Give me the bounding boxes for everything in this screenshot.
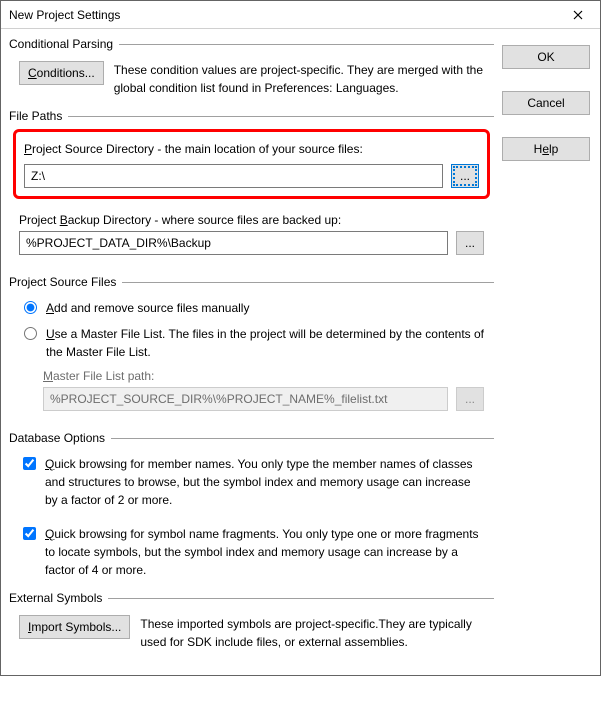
radio-manual-label: Add and remove source files manually	[46, 299, 484, 317]
check-member-names-label: Quick browsing for member names. You onl…	[45, 455, 484, 509]
backup-dir-input[interactable]	[19, 231, 448, 255]
source-files-title: Project Source Files	[9, 275, 116, 289]
external-symbols-desc: These imported symbols are project-speci…	[140, 615, 494, 651]
separator	[108, 598, 494, 599]
check-member-names[interactable]	[23, 457, 36, 470]
window-title: New Project Settings	[9, 8, 556, 22]
source-dir-input[interactable]	[24, 164, 443, 188]
separator	[122, 282, 494, 283]
master-file-list-input	[43, 387, 448, 411]
database-options-title: Database Options	[9, 431, 105, 445]
help-button[interactable]: Help	[502, 137, 590, 161]
check-symbol-fragments[interactable]	[23, 527, 36, 540]
separator	[111, 438, 494, 439]
separator	[68, 116, 494, 117]
source-dir-label: Project Source Directory - the main loca…	[24, 142, 363, 156]
highlight-box: Project Source Directory - the main loca…	[13, 129, 490, 199]
backup-dir-label: Project Backup Directory - where source …	[19, 213, 341, 227]
conditional-parsing-title: Conditional Parsing	[9, 37, 113, 51]
close-button[interactable]	[556, 1, 600, 29]
browse-source-button[interactable]: ...	[451, 164, 479, 188]
ok-button[interactable]: OK	[502, 45, 590, 69]
master-file-list-label: Master File List path:	[43, 369, 154, 383]
file-paths-title: File Paths	[9, 109, 62, 123]
browse-master-file-button: ...	[456, 387, 484, 411]
conditional-desc: These condition values are project-speci…	[114, 61, 494, 97]
external-symbols-title: External Symbols	[9, 591, 102, 605]
close-icon	[573, 10, 583, 20]
radio-manual[interactable]	[24, 301, 37, 314]
radio-master-list[interactable]	[24, 327, 37, 340]
check-symbol-fragments-label: Quick browsing for symbol name fragments…	[45, 525, 484, 579]
radio-master-list-label: Use a Master File List. The files in the…	[46, 325, 484, 361]
browse-backup-button[interactable]: ...	[456, 231, 484, 255]
import-symbols-button[interactable]: Import Symbols...	[19, 615, 130, 639]
conditions-button[interactable]: Conditions...	[19, 61, 104, 85]
separator	[119, 44, 494, 45]
cancel-button[interactable]: Cancel	[502, 91, 590, 115]
